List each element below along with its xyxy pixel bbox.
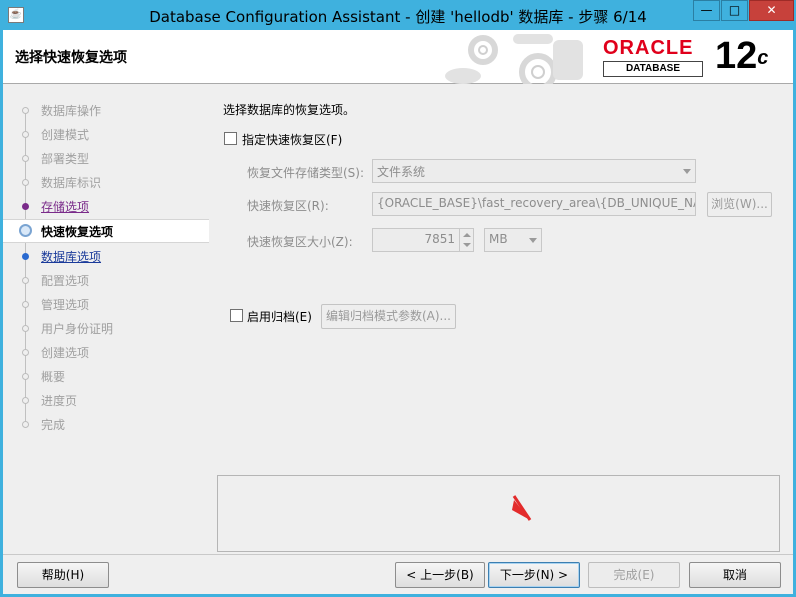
step-dot-icon [22, 155, 29, 162]
step-label: 数据库标识 [41, 176, 102, 190]
step-dot-icon [22, 349, 29, 356]
size-field[interactable]: 7851 [372, 228, 460, 252]
page-title: 选择快速恢复选项 [15, 50, 127, 66]
intro-text: 选择数据库的恢复选项。 [223, 103, 356, 117]
current-step-icon [19, 224, 32, 237]
step-dot-icon [22, 325, 29, 332]
step-label: 进度页 [41, 394, 78, 408]
red-arrow-cursor-icon [512, 495, 532, 521]
step-item: 创建模式 [3, 123, 209, 145]
step-label: 完成 [41, 418, 66, 432]
step-item: 配置选项 [3, 269, 209, 291]
step-dot-icon [22, 253, 29, 260]
step-item: 管理选项 [3, 293, 209, 315]
fast-recovery-checkbox-label[interactable]: 指定快速恢复区(F) [242, 131, 342, 148]
oracle-logo: ORACLE DATABASE [603, 38, 713, 78]
client-area: 选择快速恢复选项 ORACLE DATABASE 12c 数据库操作 创建模式 … [3, 30, 793, 594]
step-item: 进度页 [3, 389, 209, 411]
step-dot-icon [22, 179, 29, 186]
step-label: 配置选项 [41, 274, 90, 288]
version-suffix: c [757, 47, 769, 69]
chevron-down-icon [529, 238, 537, 243]
storage-type-value: 文件系统 [377, 165, 426, 179]
step-label: 部署类型 [41, 152, 90, 166]
step-item: 完成 [3, 413, 209, 435]
gears-decoration-icon [445, 34, 583, 84]
size-label: 快速恢复区大小(Z): [247, 235, 353, 249]
step-label: 快速恢复选项 [41, 225, 114, 239]
help-button[interactable]: 帮助(H) [17, 562, 109, 588]
storage-type-label: 恢复文件存储类型(S): [247, 166, 365, 180]
step-item: 快速恢复选项 [3, 219, 209, 243]
step-dot-icon [22, 107, 29, 114]
header-banner: 选择快速恢复选项 ORACLE DATABASE 12c [3, 30, 793, 84]
step-dot-icon [22, 397, 29, 404]
finish-button[interactable]: 完成(E) [588, 562, 680, 588]
cancel-button[interactable]: 取消 [689, 562, 781, 588]
step-item[interactable]: 数据库选项 [3, 245, 209, 267]
step-item: 创建选项 [3, 341, 209, 363]
version-label: 12c [715, 34, 768, 78]
step-label: 管理选项 [41, 298, 90, 312]
version-number: 12 [715, 35, 758, 77]
archive-params-button[interactable]: 编辑归档模式参数(A)... [321, 304, 456, 329]
content-panel: 选择数据库的恢复选项。 指定快速恢复区(F) 恢复文件存储类型(S): 文件系统… [216, 85, 793, 475]
window-title: Database Configuration Assistant - 创建 'h… [149, 8, 647, 26]
step-dot-icon [22, 131, 29, 138]
step-dot-icon [22, 421, 29, 428]
step-dot-icon [22, 277, 29, 284]
storage-type-select[interactable]: 文件系统 [372, 159, 696, 183]
step-label: 数据库操作 [41, 104, 102, 118]
step-dot-icon [22, 301, 29, 308]
minimize-button[interactable]: — [693, 0, 720, 21]
oracle-wordmark: ORACLE [603, 37, 694, 59]
step-label: 用户身份证明 [41, 322, 114, 336]
step-label: 创建模式 [41, 128, 90, 142]
close-button[interactable]: ✕ [749, 0, 794, 21]
step-item[interactable]: 存储选项 [3, 195, 209, 217]
step-label: 存储选项 [41, 200, 90, 214]
recovery-area-label: 快速恢复区(R): [247, 199, 329, 213]
recovery-area-field[interactable]: {ORACLE_BASE}\fast_recovery_area\{DB_UNI… [372, 192, 696, 216]
maximize-button[interactable]: □ [721, 0, 748, 21]
footer-divider [3, 554, 793, 555]
step-dot-icon [22, 373, 29, 380]
fast-recovery-checkbox[interactable] [224, 132, 237, 145]
spinner-down-icon[interactable] [463, 243, 471, 247]
step-item: 概要 [3, 365, 209, 387]
step-navigation: 数据库操作创建模式部署类型数据库标识存储选项快速恢复选项 数据库选项配置选项管理选… [3, 85, 209, 538]
step-item: 数据库操作 [3, 99, 209, 121]
step-item: 部署类型 [3, 147, 209, 169]
size-unit-value: MB [489, 232, 508, 246]
step-dot-icon [22, 203, 29, 210]
size-spinner[interactable] [459, 228, 474, 252]
message-area [217, 475, 780, 552]
step-label: 创建选项 [41, 346, 90, 360]
oracle-database-label: DATABASE [603, 61, 703, 77]
archive-checkbox-label[interactable]: 启用归档(E) [247, 308, 312, 325]
step-item: 数据库标识 [3, 171, 209, 193]
chevron-down-icon [683, 169, 691, 174]
dbca-window: ☕ Database Configuration Assistant - 创建 … [0, 0, 796, 597]
size-unit-select[interactable]: MB [484, 228, 542, 252]
back-button[interactable]: < 上一步(B) [395, 562, 485, 588]
step-item: 用户身份证明 [3, 317, 209, 339]
step-label: 概要 [41, 370, 66, 384]
title-bar[interactable]: ☕ Database Configuration Assistant - 创建 … [0, 0, 796, 30]
step-label: 数据库选项 [41, 250, 102, 264]
browse-button[interactable]: 浏览(W)... [707, 192, 772, 217]
archive-checkbox[interactable] [230, 309, 243, 322]
spinner-up-icon[interactable] [463, 233, 471, 237]
next-button[interactable]: 下一步(N) > [488, 562, 580, 588]
